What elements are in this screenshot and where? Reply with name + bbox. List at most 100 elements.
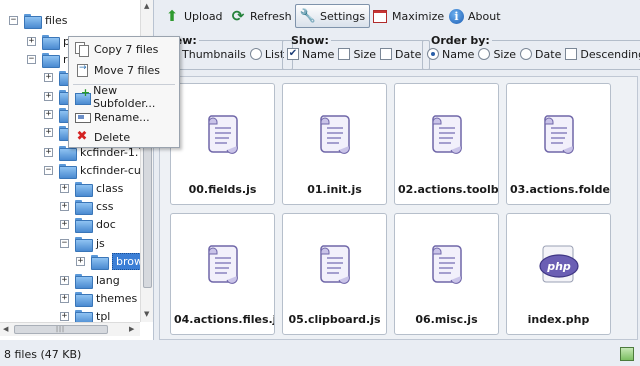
file-tile[interactable]: 03.actions.folders. bbox=[506, 83, 611, 205]
tree-node-label: js bbox=[96, 236, 105, 250]
expand-icon[interactable]: + bbox=[60, 183, 69, 193]
show-size-option[interactable]: Size bbox=[338, 48, 376, 61]
radio-button[interactable] bbox=[427, 48, 439, 60]
scroll-down-icon[interactable]: ▼ bbox=[144, 310, 149, 318]
menu-item-new-subfolder[interactable]: New Subfolder... bbox=[71, 84, 177, 110]
menu-item-copy[interactable]: Copy 7 files bbox=[71, 39, 177, 59]
tree-node-kcfinder-current[interactable]: − kcfinder-curre bbox=[44, 161, 153, 179]
maximize-button[interactable]: Maximize bbox=[368, 4, 448, 28]
tree-node-themes[interactable]: + themes bbox=[60, 289, 137, 307]
about-button[interactable]: i About bbox=[445, 4, 505, 28]
refresh-button[interactable]: ⟳ Refresh bbox=[226, 4, 296, 28]
tree-node-re[interactable]: − re bbox=[27, 50, 74, 68]
order-name-option[interactable]: Name bbox=[427, 48, 474, 61]
tree-node-js[interactable]: − js bbox=[60, 234, 105, 252]
tree-node-css[interactable]: + css bbox=[60, 197, 114, 215]
maximize-label: Maximize bbox=[392, 9, 445, 23]
option-label: Descending bbox=[580, 47, 640, 61]
js-script-icon bbox=[320, 245, 350, 284]
expand-icon[interactable]: + bbox=[60, 201, 69, 211]
refresh-label: Refresh bbox=[250, 9, 292, 23]
collapse-icon[interactable]: − bbox=[9, 15, 18, 25]
folder-icon bbox=[75, 236, 93, 252]
status-bar: 8 files (47 KB) bbox=[0, 344, 640, 366]
file-tile[interactable]: 00.fields.js bbox=[170, 83, 275, 205]
scroll-right-icon[interactable]: ▶ bbox=[129, 325, 134, 333]
scroll-left-icon[interactable]: ◀ bbox=[3, 325, 8, 333]
option-label: Size bbox=[353, 47, 377, 61]
js-script-icon bbox=[432, 115, 462, 154]
file-tile[interactable]: 06.misc.js bbox=[394, 213, 499, 335]
option-label: Date bbox=[535, 47, 562, 61]
tree-node-label: css bbox=[96, 199, 114, 213]
radio-button[interactable] bbox=[520, 48, 533, 60]
js-script-icon bbox=[208, 245, 238, 284]
order-date-option[interactable]: Date bbox=[520, 48, 561, 61]
tree-node-label: doc bbox=[96, 217, 116, 231]
file-tile[interactable]: 02.actions.toolbar. bbox=[394, 83, 499, 205]
show-date-option[interactable]: Date bbox=[380, 48, 421, 61]
order-settings-group: Order by: Name Size Date Descending bbox=[422, 34, 640, 70]
menu-item-rename[interactable]: Rename... bbox=[71, 107, 177, 127]
folder-icon bbox=[75, 291, 93, 307]
menu-item-label: Move 7 files bbox=[94, 63, 160, 77]
checkbox[interactable] bbox=[565, 48, 578, 60]
copy-icon bbox=[75, 42, 89, 57]
expand-icon[interactable]: + bbox=[76, 256, 85, 266]
folder-icon bbox=[91, 254, 109, 270]
expand-icon[interactable]: + bbox=[60, 219, 69, 229]
file-tile[interactable]: 05.clipboard.js bbox=[282, 213, 387, 335]
expand-icon[interactable]: + bbox=[44, 147, 53, 157]
collapse-icon[interactable]: − bbox=[44, 165, 53, 175]
radio-button[interactable] bbox=[478, 48, 491, 60]
show-name-option[interactable]: ✔ Name bbox=[287, 48, 334, 61]
expand-icon[interactable]: + bbox=[44, 109, 53, 119]
folder-icon bbox=[24, 13, 42, 29]
option-label: Date bbox=[395, 47, 422, 61]
file-tile[interactable]: 04.actions.files.js bbox=[170, 213, 275, 335]
menu-item-delete[interactable]: ✖ Delete bbox=[71, 127, 177, 147]
tree-node-label: files bbox=[45, 13, 68, 27]
tree-node-p[interactable]: + p bbox=[27, 32, 70, 50]
collapse-icon[interactable]: − bbox=[60, 238, 69, 248]
radio-button[interactable] bbox=[249, 48, 262, 60]
folder-icon bbox=[75, 217, 93, 233]
file-tile[interactable]: php index.php bbox=[506, 213, 611, 335]
menu-item-move[interactable]: Move 7 files bbox=[71, 60, 177, 80]
expand-icon[interactable]: + bbox=[44, 91, 53, 101]
tree-node-class[interactable]: + class bbox=[60, 179, 123, 197]
view-list-option[interactable]: List bbox=[249, 48, 284, 61]
scroll-up-icon[interactable]: ▲ bbox=[144, 2, 149, 10]
expand-icon[interactable]: + bbox=[60, 311, 69, 321]
upload-label: Upload bbox=[184, 9, 223, 23]
expand-icon[interactable]: + bbox=[27, 36, 36, 46]
folder-icon bbox=[42, 52, 60, 68]
folder-icon bbox=[75, 309, 93, 325]
order-size-option[interactable]: Size bbox=[478, 48, 516, 61]
show-settings-group: Show: ✔ Name Size Date bbox=[282, 34, 431, 70]
tree-horizontal-scrollbar[interactable]: ◀ ||| ▶ bbox=[0, 322, 140, 336]
scrollbar-thumb[interactable] bbox=[143, 142, 152, 288]
order-descending-option[interactable]: Descending bbox=[565, 48, 640, 61]
files-panel: 00.fields.js 01.init.js 02.actions.toolb… bbox=[159, 76, 638, 340]
tree-node-lang[interactable]: + lang bbox=[60, 271, 120, 289]
checkbox-checked[interactable]: ✔ bbox=[287, 48, 299, 60]
file-name: 06.misc.js bbox=[415, 313, 478, 326]
tree-node-doc[interactable]: + doc bbox=[60, 215, 116, 233]
view-settings-group: iew: Thumbnails List bbox=[162, 34, 294, 70]
folder-icon bbox=[75, 273, 93, 289]
checkbox[interactable] bbox=[338, 48, 351, 60]
upload-button[interactable]: ⬆ Upload bbox=[160, 4, 227, 28]
settings-button[interactable]: 🔧 Settings bbox=[295, 4, 371, 28]
expand-icon[interactable]: + bbox=[60, 293, 69, 303]
info-icon: i bbox=[449, 8, 464, 24]
expand-icon[interactable]: + bbox=[44, 72, 53, 82]
checkbox[interactable] bbox=[380, 48, 393, 60]
tree-node-files[interactable]: − files bbox=[9, 11, 67, 29]
collapse-icon[interactable]: − bbox=[27, 54, 36, 64]
tree-node-label: tpl bbox=[96, 309, 111, 323]
tree-node-label: class bbox=[96, 181, 124, 195]
expand-icon[interactable]: + bbox=[60, 275, 69, 285]
expand-icon[interactable]: + bbox=[44, 127, 53, 137]
file-tile[interactable]: 01.init.js bbox=[282, 83, 387, 205]
